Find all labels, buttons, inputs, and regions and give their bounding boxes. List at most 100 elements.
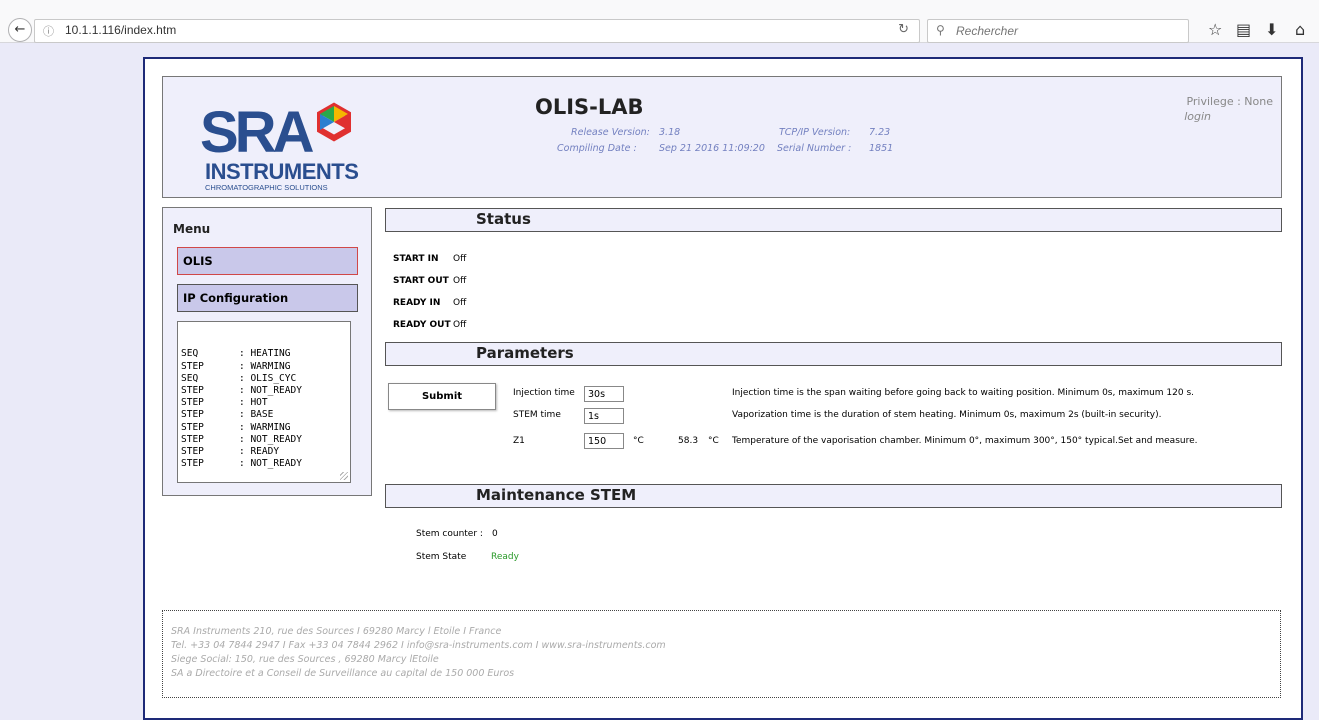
- info-icon[interactable]: ⓘ: [43, 23, 54, 39]
- log-key: SEQ: [181, 372, 199, 384]
- status-label-start-out: START OUT: [393, 276, 449, 286]
- log-value: NOT_READY: [250, 385, 302, 397]
- parameters-section-header: Parameters: [385, 342, 1282, 366]
- stem-counter-label: Stem counter :: [416, 529, 483, 539]
- log-line: STEP: HOT: [181, 397, 350, 409]
- log-value: READY: [250, 446, 280, 458]
- log-key: SEQ: [181, 348, 199, 360]
- injection-time-input[interactable]: 30s: [584, 386, 624, 402]
- log-value: HOT: [250, 397, 268, 409]
- log-separator: :: [239, 385, 251, 397]
- log-line: STEP: NOT_READY: [181, 434, 350, 446]
- reading-list-icon[interactable]: ▤: [1236, 20, 1251, 39]
- log-separator: :: [239, 409, 251, 421]
- log-separator: :: [239, 372, 251, 384]
- browser-toolbar: ← ⓘ 10.1.1.116/index.htm ↻ ⚲ ☆ ▤ ⬇ ⌂: [0, 0, 1319, 43]
- param-label-z1: Z1: [513, 436, 525, 446]
- log-line: STEP: NOT_READY: [181, 385, 350, 397]
- log-key: STEP: [181, 458, 204, 470]
- search-icon: ⚲: [936, 23, 945, 37]
- home-icon[interactable]: ⌂: [1295, 20, 1305, 39]
- log-value: WARMING: [250, 360, 291, 372]
- stem-counter-value: 0: [492, 529, 498, 539]
- status-value-ready-in: Off: [453, 298, 467, 308]
- serial-number-label: Serial Number :: [777, 143, 852, 154]
- status-value-ready-out: Off: [453, 320, 467, 330]
- status-value-start-in: Off: [453, 254, 467, 264]
- serial-number-value: 1851: [869, 143, 894, 154]
- status-label-start-in: START IN: [393, 254, 439, 264]
- log-line: STEP: WARMING: [181, 422, 350, 434]
- status-value-start-out: Off: [453, 276, 467, 286]
- log-line: SEQ: OLIS_CYC: [181, 373, 350, 385]
- log-value: NOT_READY: [250, 458, 302, 470]
- log-separator: :: [239, 421, 251, 433]
- submit-button[interactable]: Submit: [388, 383, 496, 410]
- log-separator: :: [239, 433, 251, 445]
- search-bar[interactable]: ⚲: [927, 19, 1189, 43]
- search-input[interactable]: [954, 21, 1183, 41]
- logo-subtitle: CHROMATOGRAPHIC SOLUTIONS: [205, 183, 328, 192]
- sequence-log[interactable]: SEQ: HEATING STEP: WARMING SEQ: OLIS_CYC ST…: [177, 321, 351, 483]
- footer-head-office: Siege Social: 150, rue des Sources , 692…: [171, 654, 439, 665]
- log-key: STEP: [181, 385, 204, 397]
- stem-time-input[interactable]: 1s: [584, 408, 624, 424]
- privilege-text: Privilege : None: [1186, 95, 1273, 108]
- param-label-injection-time: Injection time: [513, 388, 575, 398]
- z1-temperature-input[interactable]: 150: [584, 433, 624, 449]
- log-value: WARMING: [250, 421, 291, 433]
- tcpip-version-value: 7.23: [869, 127, 891, 138]
- log-line: STEP: NOT_READY: [181, 458, 350, 470]
- menu-item-olis[interactable]: OLIS: [177, 247, 358, 275]
- param-desc-injection-time: Injection time is the span waiting befor…: [732, 388, 1195, 398]
- release-version-value: 3.18: [659, 127, 681, 138]
- status-title: Status: [476, 210, 531, 228]
- log-line: STEP: READY: [181, 446, 350, 458]
- param-desc-z1: Temperature of the vaporisation chamber.…: [732, 436, 1198, 446]
- footer-address: SRA Instruments 210, rue des Sources I 6…: [171, 626, 502, 637]
- log-separator: :: [239, 360, 251, 372]
- release-version-label: Release Version:: [571, 127, 650, 138]
- log-value: NOT_READY: [250, 433, 302, 445]
- menu-title: Menu: [173, 222, 211, 236]
- log-key: STEP: [181, 397, 204, 409]
- log-entries: SEQ: HEATING STEP: WARMING SEQ: OLIS_CYC ST…: [181, 348, 350, 470]
- download-icon[interactable]: ⬇: [1265, 20, 1278, 39]
- svg-text:SRA: SRA: [200, 100, 314, 162]
- log-value: BASE: [250, 409, 274, 421]
- sra-logo-mark-icon: SRA: [200, 100, 351, 165]
- tcpip-version-label: TCP/IP Version:: [779, 127, 851, 138]
- stem-state-label: Stem State: [416, 552, 467, 562]
- log-separator: :: [239, 348, 251, 360]
- menu-panel: Menu OLIS IP Configuration SEQ: HEATING S…: [162, 207, 372, 496]
- z1-measured-unit: °C: [708, 436, 719, 446]
- stem-state-value: Ready: [491, 552, 519, 562]
- log-value: HEATING: [250, 348, 291, 360]
- login-link[interactable]: login: [1184, 110, 1211, 123]
- resize-handle-icon[interactable]: [340, 472, 348, 480]
- bookmark-star-icon[interactable]: ☆: [1208, 20, 1222, 39]
- footer-contact: Tel. +33 04 7844 2947 I Fax +33 04 7844 …: [171, 640, 666, 651]
- log-key: STEP: [181, 433, 204, 445]
- status-section-header: Status: [385, 208, 1282, 232]
- compiling-date-value: Sep 21 2016 11:09:20: [659, 143, 765, 154]
- log-line: STEP: BASE: [181, 409, 350, 421]
- menu-item-ip-configuration[interactable]: IP Configuration: [177, 284, 358, 312]
- status-label-ready-in: READY IN: [393, 298, 441, 308]
- reload-icon[interactable]: ↻: [898, 22, 909, 37]
- log-key: STEP: [181, 446, 204, 458]
- z1-measured-value: 58.3: [678, 436, 699, 446]
- back-arrow-icon[interactable]: ←: [8, 18, 32, 42]
- address-bar[interactable]: ⓘ 10.1.1.116/index.htm ↻: [34, 19, 920, 43]
- compiling-date-label: Compiling Date :: [557, 143, 637, 154]
- param-desc-stem-time: Vaporization time is the duration of ste…: [732, 410, 1162, 420]
- maintenance-section-header: Maintenance STEM: [385, 484, 1282, 508]
- header-panel: SRA INSTRUMENTS CHROMATOGRAPHIC SOLUTION…: [162, 76, 1282, 198]
- log-key: STEP: [181, 409, 204, 421]
- logo-text: INSTRUMENTS: [205, 159, 359, 184]
- parameters-title: Parameters: [476, 344, 574, 362]
- param-label-stem-time: STEM time: [513, 410, 561, 420]
- z1-setpoint-unit: °C: [633, 436, 644, 446]
- log-key: STEP: [181, 360, 204, 372]
- log-separator: :: [239, 397, 251, 409]
